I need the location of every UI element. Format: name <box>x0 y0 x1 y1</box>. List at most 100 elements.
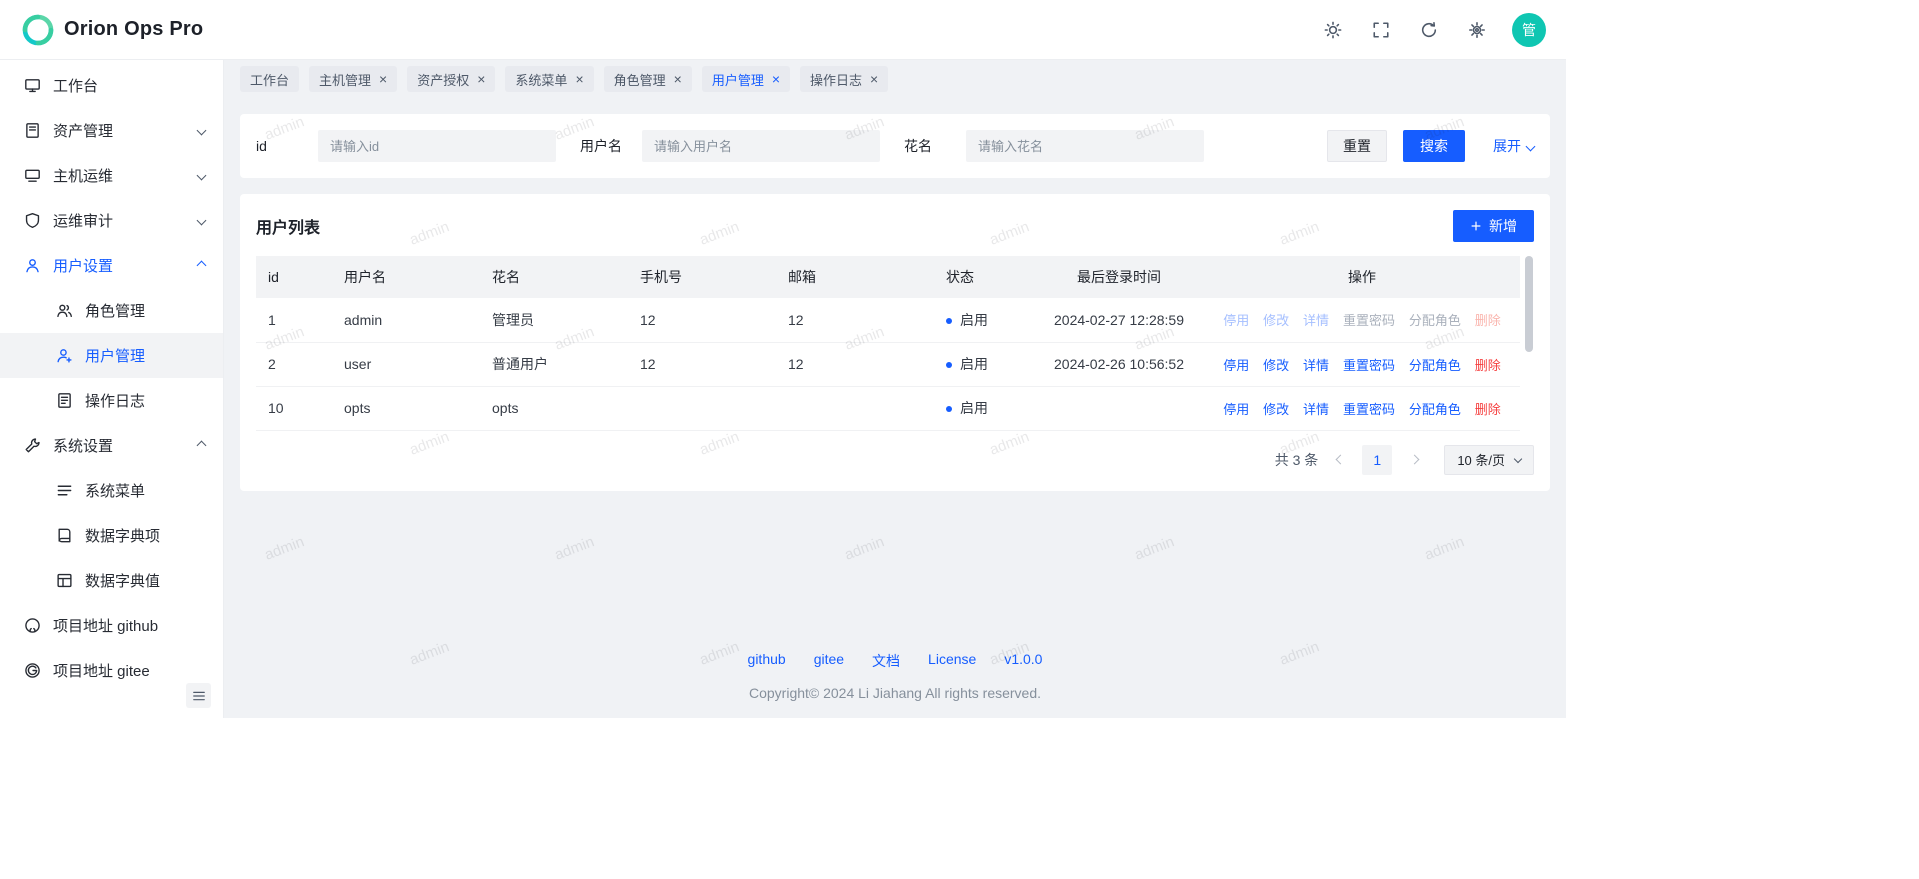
close-icon[interactable]: × <box>674 72 682 86</box>
copyright-text: Copyright© 2024 Li Jiahang All rights re… <box>240 685 1550 701</box>
username-input[interactable] <box>642 130 880 162</box>
search-button[interactable]: 搜索 <box>1403 130 1465 162</box>
status-dot-icon <box>946 318 952 324</box>
sidebar-item-operation-log[interactable]: 操作日志 <box>0 378 223 423</box>
pagination-page-button[interactable]: 1 <box>1362 445 1392 475</box>
sidebar-item-label: 运维审计 <box>53 210 113 231</box>
reset-password-action-link[interactable]: 重置密码 <box>1343 358 1395 373</box>
reset-password-action-link[interactable]: 重置密码 <box>1343 402 1395 417</box>
fullscreen-button[interactable] <box>1364 13 1398 47</box>
disable-action-link[interactable]: 停用 <box>1223 313 1249 328</box>
app-logo-icon <box>22 14 54 46</box>
cell-id: 10 <box>256 386 332 430</box>
detail-action-link[interactable]: 详情 <box>1303 313 1329 328</box>
cell-status: 启用 <box>934 298 1034 342</box>
user-add-icon <box>56 347 73 364</box>
sidebar-item-dict-item[interactable]: 数据字典项 <box>0 513 223 558</box>
tab-label: 用户管理 <box>712 70 764 89</box>
footer-link-docs[interactable]: 文档 <box>872 651 900 671</box>
sidebar-item-label: 数据字典项 <box>85 525 160 546</box>
delete-action-link[interactable]: 删除 <box>1475 402 1501 417</box>
detail-action-link[interactable]: 详情 <box>1303 358 1329 373</box>
id-input[interactable] <box>318 130 556 162</box>
add-user-button[interactable]: 新增 <box>1453 210 1534 242</box>
card-header: 用户列表 新增 <box>256 210 1534 242</box>
status-dot-icon <box>946 406 952 412</box>
chevron-right-icon <box>1409 455 1419 465</box>
table-row: 1 admin 管理员 12 12 启用 2024-02-27 12:28:59… <box>256 298 1520 342</box>
footer-link-license[interactable]: License <box>928 651 976 671</box>
sidebar-item-role-management[interactable]: 角色管理 <box>0 288 223 333</box>
reset-button[interactable]: 重置 <box>1327 130 1387 162</box>
disable-action-link[interactable]: 停用 <box>1223 402 1249 417</box>
edit-action-link[interactable]: 修改 <box>1263 358 1289 373</box>
close-icon[interactable]: × <box>870 72 878 86</box>
tab-system-menu[interactable]: 系统菜单 × <box>505 66 593 92</box>
disable-action-link[interactable]: 停用 <box>1223 358 1249 373</box>
sidebar-collapse-button[interactable] <box>186 683 211 708</box>
sidebar-item-dict-value[interactable]: 数据字典值 <box>0 558 223 603</box>
cell-email: 12 <box>776 342 934 386</box>
tab-workbench[interactable]: 工作台 <box>240 66 299 92</box>
refresh-button[interactable] <box>1412 13 1446 47</box>
page-size-value: 10 条/页 <box>1457 450 1505 469</box>
chevron-up-icon <box>197 261 207 271</box>
sidebar-item-user-settings[interactable]: 用户设置 <box>0 243 223 288</box>
settings-button[interactable] <box>1460 13 1494 47</box>
close-icon[interactable]: × <box>575 72 583 86</box>
expand-toggle[interactable]: 展开 <box>1493 136 1534 156</box>
sidebar-item-asset-management[interactable]: 资产管理 <box>0 108 223 153</box>
page-size-select[interactable]: 10 条/页 <box>1444 445 1534 475</box>
tab-operation-log[interactable]: 操作日志 × <box>800 66 888 92</box>
user-list-card: 用户列表 新增 <box>240 194 1550 491</box>
app-title: Orion Ops Pro <box>64 18 203 41</box>
user-avatar[interactable]: 管 <box>1512 13 1546 47</box>
delete-action-link[interactable]: 删除 <box>1475 313 1501 328</box>
assign-role-action-link[interactable]: 分配角色 <box>1409 358 1461 373</box>
sidebar-item-host-ops[interactable]: 主机运维 <box>0 153 223 198</box>
edit-action-link[interactable]: 修改 <box>1263 402 1289 417</box>
status-text: 启用 <box>960 356 988 372</box>
sidebar-item-github[interactable]: 项目地址 github <box>0 603 223 648</box>
pagination-next-button[interactable] <box>1400 446 1428 474</box>
chevron-down-icon <box>197 126 207 136</box>
cell-actions: 停用 修改 详情 重置密码 分配角色 删除 <box>1204 298 1520 342</box>
sidebar-item-label: 用户管理 <box>85 345 145 366</box>
sidebar-item-workbench[interactable]: 工作台 <box>0 63 223 108</box>
content: id 用户名 花名 重置 搜索 展开 <box>224 98 1566 718</box>
fullscreen-icon <box>1372 21 1390 39</box>
cell-actions: 停用 修改 详情 重置密码 分配角色 删除 <box>1204 386 1520 430</box>
col-header-phone: 手机号 <box>628 256 776 298</box>
detail-action-link[interactable]: 详情 <box>1303 402 1329 417</box>
user-icon <box>24 257 41 274</box>
close-icon[interactable]: × <box>772 72 780 86</box>
tab-user-management[interactable]: 用户管理 × <box>702 66 790 92</box>
status-dot-icon <box>946 362 952 368</box>
footer-link-gitee[interactable]: gitee <box>814 651 844 671</box>
pagination-prev-button[interactable] <box>1326 446 1354 474</box>
sidebar-item-user-management[interactable]: 用户管理 <box>0 333 223 378</box>
table-scrollbar-thumb[interactable] <box>1525 256 1533 352</box>
sidebar-item-label: 系统设置 <box>53 435 113 456</box>
reset-password-action-link[interactable]: 重置密码 <box>1343 313 1395 328</box>
close-icon[interactable]: × <box>379 72 387 86</box>
nickname-input[interactable] <box>966 130 1204 162</box>
tab-label: 主机管理 <box>319 70 371 89</box>
footer-link-github[interactable]: github <box>748 651 786 671</box>
tab-host-management[interactable]: 主机管理 × <box>309 66 397 92</box>
tab-asset-auth[interactable]: 资产授权 × <box>407 66 495 92</box>
edit-action-link[interactable]: 修改 <box>1263 313 1289 328</box>
assign-role-action-link[interactable]: 分配角色 <box>1409 402 1461 417</box>
sidebar-item-system-settings[interactable]: 系统设置 <box>0 423 223 468</box>
sidebar-item-system-menu[interactable]: 系统菜单 <box>0 468 223 513</box>
footer-link-version[interactable]: v1.0.0 <box>1004 651 1042 671</box>
table-scrollbar-track <box>1522 256 1534 431</box>
delete-action-link[interactable]: 删除 <box>1475 358 1501 373</box>
brand[interactable]: Orion Ops Pro <box>22 14 203 46</box>
sidebar-item-ops-audit[interactable]: 运维审计 <box>0 198 223 243</box>
close-icon[interactable]: × <box>477 72 485 86</box>
theme-toggle-button[interactable] <box>1316 13 1350 47</box>
tab-role-management[interactable]: 角色管理 × <box>604 66 692 92</box>
footer-links: github gitee 文档 License v1.0.0 <box>240 651 1550 671</box>
assign-role-action-link[interactable]: 分配角色 <box>1409 313 1461 328</box>
